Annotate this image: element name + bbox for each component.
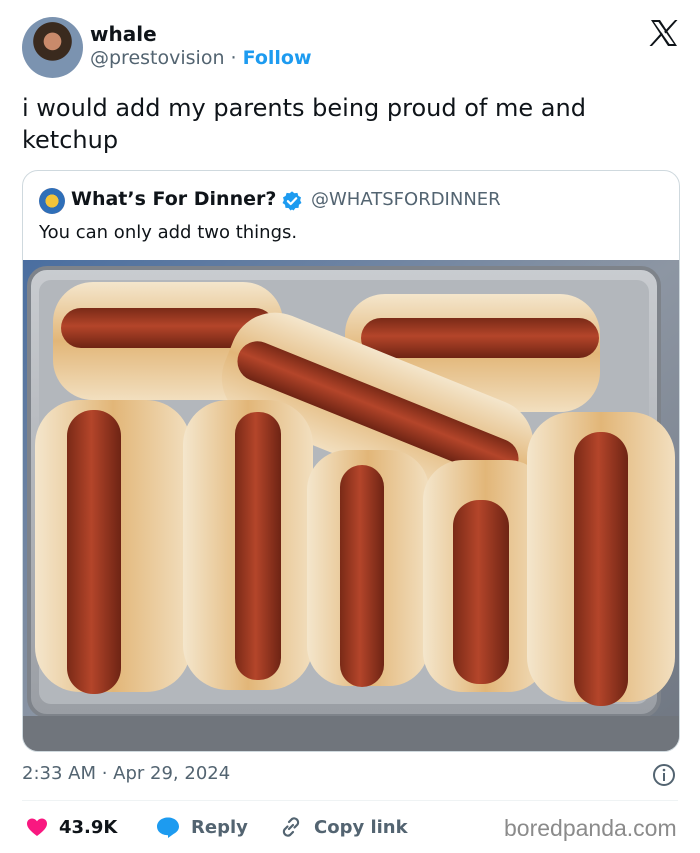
separator-dot: · [230,47,237,69]
copy-link-label: Copy link [314,816,408,838]
quoted-tweet-card[interactable]: What’s For Dinner? @WHATSFORDINNER You c… [22,170,680,752]
action-divider [22,800,678,801]
like-count: 43.9K [59,816,118,838]
quoted-author-name: What’s For Dinner? [71,188,277,210]
heart-icon [27,818,47,836]
tweet-timestamp[interactable]: 2:33 AM · Apr 29, 2024 [22,763,230,784]
reply-label: Reply [191,816,248,838]
quoted-author-handle: @WHATSFORDINNER [311,189,501,210]
quoted-author-avatar [39,188,65,214]
author-avatar[interactable] [22,17,83,78]
like-button[interactable]: 43.9K [25,813,117,841]
copy-link-button[interactable]: Copy link [278,813,408,841]
hot-dogs-photo[interactable] [23,260,679,751]
author-handle[interactable]: @prestovision [90,47,224,69]
quoted-tweet-text: You can only add two things. [39,222,298,243]
follow-button[interactable]: Follow [243,47,312,69]
verified-badge-icon [282,191,302,211]
info-icon[interactable] [652,763,676,787]
site-watermark: boredpanda.com [504,815,677,841]
author-handle-row: @prestovision · Follow [90,47,312,69]
tweet-text: i would add my parents being proud of me… [22,94,586,154]
x-logo-icon[interactable] [648,17,680,49]
author-name[interactable]: whale [90,22,157,46]
reply-button[interactable]: Reply [155,813,248,841]
link-icon [282,817,300,837]
reply-bubble-icon [157,817,179,838]
